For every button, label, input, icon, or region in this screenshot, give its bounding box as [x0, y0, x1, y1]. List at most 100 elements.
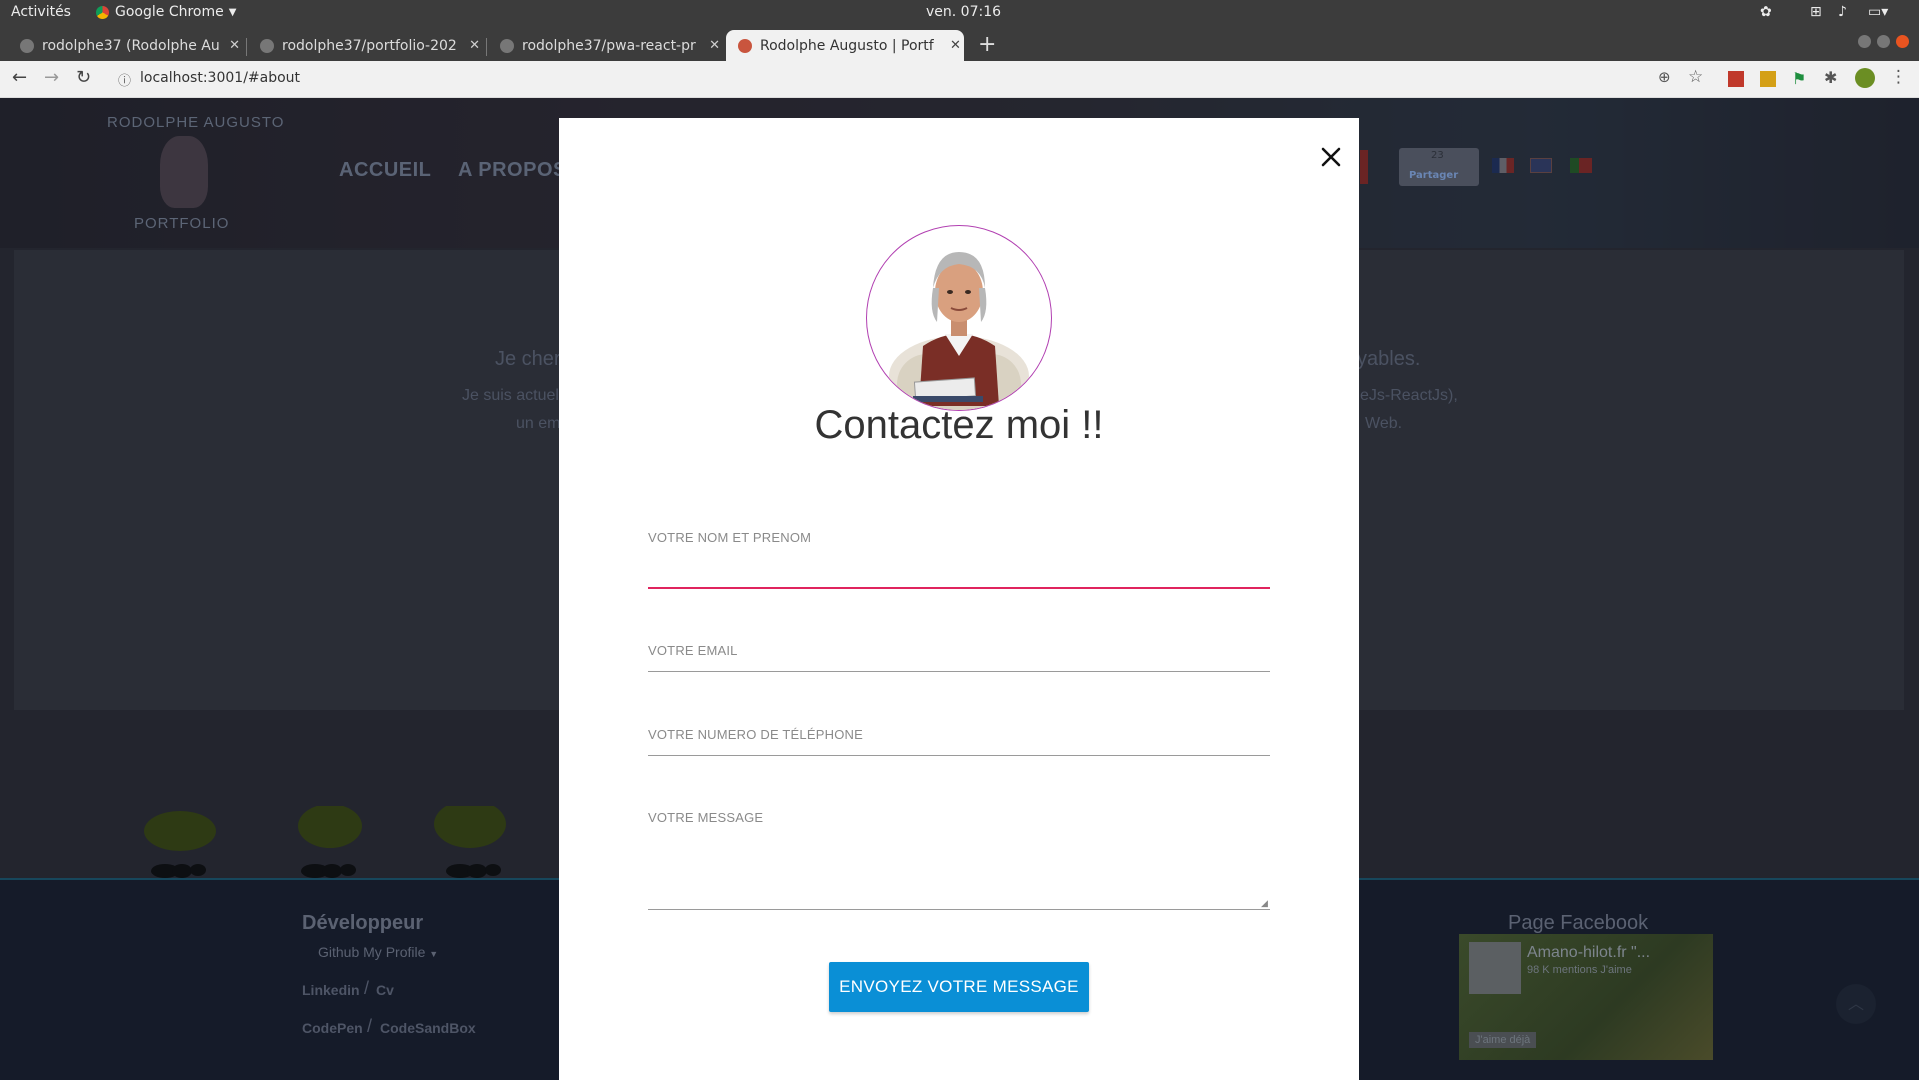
message-textarea-underline [648, 909, 1270, 910]
extensions-puzzle-icon[interactable]: ✱ [1824, 68, 1837, 87]
back-icon[interactable]: ← [12, 67, 27, 88]
message-textarea[interactable] [648, 830, 1274, 912]
share-label: Partager [1409, 170, 1459, 181]
footer-linkedin-link[interactable]: Linkedin [302, 982, 360, 998]
avatar-illustration [889, 252, 1029, 410]
fb-page-name[interactable]: Amano-hilot.fr "... [1527, 944, 1650, 962]
scroll-to-top-icon[interactable]: ︿ [1836, 984, 1876, 1024]
footer-dev-title: Développeur [302, 912, 424, 934]
footer-github-label: Github My Profile [318, 944, 426, 960]
share-count: 23 [1431, 150, 1444, 161]
info-icon[interactable]: ⓘ [118, 70, 131, 89]
flag-uk-icon[interactable] [1530, 158, 1552, 173]
nav-button-edge [1360, 150, 1368, 184]
flag-extension-icon[interactable]: ⚑ [1792, 69, 1806, 88]
chrome-icon [96, 5, 109, 19]
phone-input-underline [648, 755, 1270, 756]
profile-avatar[interactable] [1855, 68, 1875, 88]
name-input[interactable] [648, 550, 1274, 588]
message-label: VOTRE MESSAGE [648, 810, 764, 825]
close-tab-icon[interactable]: ✕ [469, 38, 480, 53]
footer-github-dropdown[interactable]: Github My Profile ▼ [318, 944, 438, 960]
chevron-down-icon: ▼ [228, 6, 237, 18]
brand-top: RODOLPHE AUGUSTO [107, 114, 285, 131]
nav-a-propos[interactable]: A PROPOS [458, 159, 567, 182]
site-favicon-icon [738, 38, 752, 53]
fb-like-button[interactable]: J'aime déjà [1469, 1032, 1537, 1048]
volume-icon[interactable]: ♪ [1838, 4, 1847, 20]
bookmark-star-icon[interactable]: ☆ [1688, 67, 1703, 87]
about-heading-right: yables. [1357, 348, 1421, 370]
new-tab-icon[interactable]: + [978, 32, 996, 57]
flag-pt-icon[interactable] [1570, 158, 1592, 173]
phone-input[interactable] [648, 720, 1274, 756]
forward-icon[interactable]: → [44, 67, 59, 88]
github-icon [20, 38, 34, 53]
tab-github-profile[interactable]: rodolphe37 (Rodolphe Au ✕ [8, 30, 240, 61]
close-window-icon[interactable] [1896, 35, 1909, 48]
email-input[interactable] [648, 636, 1274, 672]
resize-handle-icon[interactable]: ◢ [1261, 899, 1268, 909]
network-icon[interactable]: ⊞ [1810, 4, 1822, 20]
omnibox[interactable]: ⓘ localhost:3001/#about [108, 66, 1648, 92]
reload-icon[interactable]: ↻ [76, 67, 91, 88]
footer-codesandbox-link[interactable]: CodeSandBox [380, 1020, 476, 1036]
tab-title: Rodolphe Augusto | Portf [760, 37, 934, 54]
facebook-page-widget[interactable]: Amano-hilot.fr "... 98 K mentions J'aime… [1459, 934, 1713, 1060]
github-icon [260, 38, 274, 53]
tab-strip: rodolphe37 (Rodolphe Au ✕ rodolphe37/por… [0, 26, 1919, 61]
app-menu[interactable]: Google Chrome ▼ [96, 4, 236, 20]
tab-title: rodolphe37 (Rodolphe Au [42, 37, 220, 54]
maximize-window-icon[interactable] [1877, 35, 1890, 48]
install-app-icon[interactable]: ⊕ [1658, 68, 1671, 86]
indicator-app-icon[interactable]: ✿ [1760, 4, 1772, 20]
close-tab-icon[interactable]: ✕ [709, 38, 720, 53]
about-line2-right: Web. [1365, 415, 1403, 432]
extension-icon[interactable] [1728, 71, 1744, 87]
name-label: VOTRE NOM ET PRENOM [648, 530, 812, 545]
brand-avatar [160, 136, 208, 208]
github-icon [500, 38, 514, 53]
about-line1-right: eJs-ReactJs), [1360, 387, 1458, 404]
tab-title: rodolphe37/pwa-react-pr [522, 37, 696, 54]
close-tab-icon[interactable]: ✕ [950, 38, 961, 53]
extension-icon[interactable] [1760, 71, 1776, 87]
minimize-window-icon[interactable] [1858, 35, 1871, 48]
tab-portfolio-site[interactable]: Rodolphe Augusto | Portf ✕ [726, 30, 964, 61]
tab-pwa-repo[interactable]: rodolphe37/pwa-react-pr ✕ [488, 30, 720, 61]
menu-kebab-icon[interactable]: ⋮ [1890, 67, 1907, 87]
activities-button[interactable]: Activités [11, 4, 71, 20]
about-line1-left: Je suis actuel [462, 387, 559, 404]
app-name: Google Chrome [115, 4, 224, 20]
footer-separator: / [367, 1016, 373, 1036]
about-line2-left: un em [516, 415, 561, 432]
tab-separator [486, 38, 487, 56]
footer-codepen-link[interactable]: CodePen [302, 1020, 363, 1036]
tab-title: rodolphe37/portfolio-202 [282, 37, 457, 54]
clock[interactable]: ven. 07:16 [926, 4, 1001, 20]
system-top-bar: Activités Google Chrome ▼ ven. 07:16 ✿ ⊞… [0, 0, 1919, 26]
facebook-share-widget[interactable]: 23 Partager [1399, 148, 1479, 186]
about-heading-left: Je cher [495, 348, 561, 370]
footer-cv-link[interactable]: Cv [376, 982, 394, 998]
close-tab-icon[interactable]: ✕ [229, 38, 240, 53]
footer-fb-title: Page Facebook [1508, 912, 1649, 934]
close-modal-icon[interactable] [1316, 142, 1346, 172]
flag-fr-icon[interactable] [1492, 158, 1514, 173]
url-text[interactable]: localhost:3001/#about [140, 70, 300, 86]
avatar [866, 225, 1052, 411]
brand-bottom: PORTFOLIO [134, 215, 230, 232]
fb-page-avatar [1469, 942, 1521, 994]
battery-icon[interactable]: ▭▾ [1868, 4, 1888, 20]
nav-accueil[interactable]: ACCUEIL [339, 159, 431, 182]
email-input-underline [648, 671, 1270, 672]
send-message-button[interactable]: ENVOYEZ VOTRE MESSAGE [829, 962, 1089, 1012]
name-input-underline [648, 587, 1270, 589]
modal-title: Contactez moi !! [814, 403, 1104, 447]
ants-carrying-leaves-illustration [144, 806, 506, 878]
footer-separator: / [364, 978, 370, 998]
caret-down-icon: ▼ [429, 949, 439, 959]
tab-portfolio-repo[interactable]: rodolphe37/portfolio-202 ✕ [248, 30, 480, 61]
tab-separator [246, 38, 247, 56]
fb-likes: 98 K mentions J'aime [1527, 964, 1632, 976]
